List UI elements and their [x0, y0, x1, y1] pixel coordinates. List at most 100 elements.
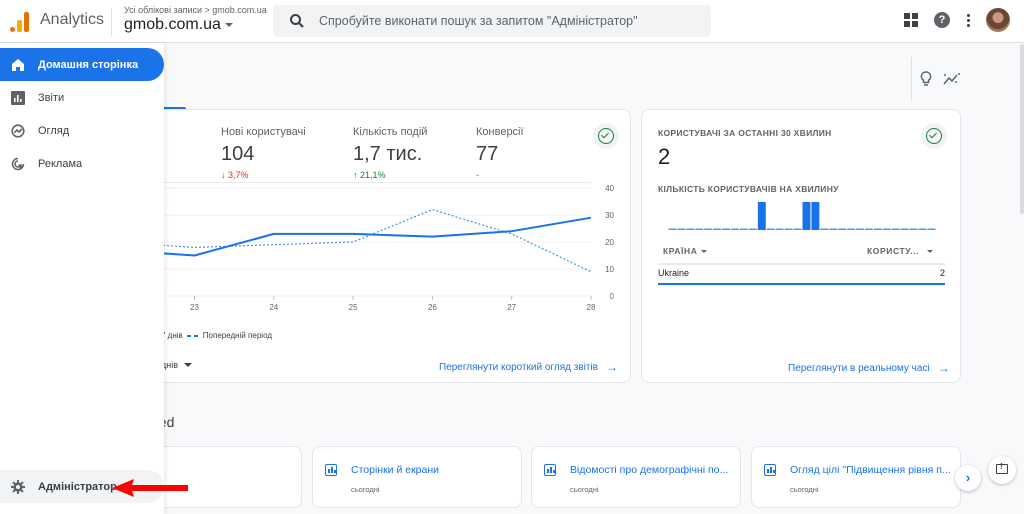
x-tick-label: 28	[587, 303, 596, 312]
minute-bar[interactable]	[829, 228, 838, 231]
search-bar[interactable]	[273, 5, 711, 37]
minute-bar[interactable]	[731, 228, 739, 231]
metric-conversions[interactable]: Конверсії 77 -	[476, 126, 524, 180]
metric-delta: ↓ 3,7%	[221, 170, 249, 180]
minute-bar[interactable]	[873, 228, 882, 231]
status-check-icon[interactable]	[593, 123, 619, 149]
realtime-table-header: КРАЇНА КОРИСТУ...	[658, 243, 945, 265]
realtime-title: КОРИСТУВАЧІ ЗА ОСТАННІ 30 ХВИЛИН	[658, 128, 832, 138]
insights-icon[interactable]	[943, 72, 961, 86]
link-label: Переглянути короткий огляд звітів	[439, 361, 598, 373]
recent-card-title: Відомості про демографічні по...	[570, 464, 729, 476]
lightbulb-icon[interactable]	[920, 71, 932, 87]
metric-delta: ↑ 21,1%	[353, 170, 386, 180]
recent-card-date: сьогодні	[351, 485, 380, 494]
scrollbar[interactable]	[1020, 44, 1024, 214]
x-tick-label: 25	[349, 303, 358, 312]
sidebar-item-advertising[interactable]: Реклама	[0, 147, 164, 180]
sidebar-item-reports[interactable]: Звіти	[0, 81, 164, 114]
series-current-period	[151, 216, 592, 257]
y-tick-label: 0	[610, 292, 615, 301]
sidebar-item-home[interactable]: Домашня сторінка	[0, 48, 164, 81]
recent-card[interactable]: Відомості про демографічні по... сьогодн…	[531, 446, 741, 508]
minute-bar[interactable]	[695, 228, 704, 231]
minute-bar[interactable]	[775, 228, 784, 231]
sidebar-item-label: Реклама	[38, 157, 83, 170]
minute-bar[interactable]	[748, 228, 757, 231]
analytics-logo-icon[interactable]	[10, 12, 30, 32]
apps-grid-icon[interactable]	[904, 13, 918, 27]
recent-card-title: Огляд цілі "Підвищення рівня п...	[790, 464, 951, 476]
sidebar-item-label: Звіти	[38, 91, 65, 104]
column-country[interactable]: КРАЇНА	[663, 246, 708, 256]
x-tick-label: 27	[507, 303, 516, 312]
minute-bar[interactable]	[668, 228, 677, 231]
y-tick-label: 20	[605, 238, 614, 247]
status-check-icon[interactable]	[921, 123, 947, 149]
per-minute-bar-chart	[668, 202, 936, 231]
minute-bar[interactable]	[865, 228, 873, 231]
link-label: Переглянути в реальному часі	[788, 362, 930, 374]
view-realtime-link[interactable]: Переглянути в реальному часі →	[788, 361, 950, 375]
feedback-button[interactable]	[988, 456, 1016, 484]
help-icon[interactable]: ?	[934, 12, 950, 28]
minute-bar[interactable]	[713, 228, 722, 231]
minute-bar[interactable]	[927, 228, 936, 231]
line-chart: 0 10 20 30 40 23 24 25 26 27 28	[151, 184, 615, 312]
metric-new-users[interactable]: Нові користувачі 104 ↓ 3,7%	[221, 126, 306, 180]
recent-card[interactable]: Сторінки й екрани сьогодні	[312, 446, 522, 508]
minute-bar[interactable]	[793, 228, 802, 231]
users-cell: 2	[939, 268, 945, 278]
minute-bar[interactable]	[766, 228, 775, 231]
top-bar: Analytics Усі облікові записи > gmob.com…	[0, 0, 1024, 43]
report-icon	[325, 464, 337, 476]
sidebar-item-explore[interactable]: Огляд	[0, 114, 164, 147]
metric-event-count[interactable]: Кількість подій 1,7 тис. ↑ 21,1%	[353, 126, 427, 180]
recent-card[interactable]: Огляд цілі "Підвищення рівня п... сьогод…	[751, 446, 961, 508]
legend-current: 7 днів	[161, 331, 183, 340]
view-reports-snapshot-link[interactable]: Переглянути короткий огляд звітів →	[439, 360, 618, 374]
annotation-arrow	[112, 479, 188, 497]
minute-bar[interactable]	[891, 228, 900, 231]
minute-bar[interactable]	[739, 228, 748, 231]
recent-card-title: сії	[151, 464, 316, 476]
column-users[interactable]: КОРИСТУ...	[867, 246, 933, 256]
search-icon	[289, 13, 305, 29]
minute-bar[interactable]	[909, 228, 918, 231]
sidebar: Домашня сторінка Звіти Огляд Реклама Адм…	[0, 43, 164, 514]
minute-bar[interactable]	[686, 228, 695, 231]
breadcrumb[interactable]: Усі облікові записи > gmob.com.ua	[124, 5, 267, 15]
y-tick-label: 10	[605, 265, 614, 274]
minute-bar[interactable]	[811, 202, 820, 230]
minute-bar[interactable]	[722, 228, 731, 231]
minute-bar[interactable]	[802, 202, 811, 230]
minute-bar[interactable]	[820, 228, 829, 231]
property-selector[interactable]: gmob.com.ua	[124, 16, 233, 34]
divider	[111, 8, 112, 36]
minute-bar[interactable]	[757, 202, 766, 230]
realtime-value: 2	[658, 144, 671, 169]
search-input[interactable]	[319, 14, 699, 28]
minute-bar[interactable]	[784, 228, 793, 231]
minute-bar[interactable]	[704, 228, 713, 231]
recent-card-date: сьогодні	[570, 485, 599, 494]
arrow-right-icon: →	[605, 360, 618, 374]
minute-bar[interactable]	[900, 228, 909, 231]
minute-bar[interactable]	[856, 228, 865, 231]
sidebar-item-label: Адміністратор	[38, 480, 117, 493]
minute-bar[interactable]	[882, 228, 891, 231]
realtime-subtitle: КІЛЬКІСТЬ КОРИСТУВАЧІВ НА ХВИЛИНУ	[658, 184, 839, 194]
legend-dashed-swatch	[186, 334, 199, 337]
realtime-card: КОРИСТУВАЧІ ЗА ОСТАННІ 30 ХВИЛИН 2 КІЛЬК…	[641, 109, 961, 383]
more-vert-icon[interactable]	[966, 13, 970, 27]
minute-bar[interactable]	[918, 228, 927, 231]
avatar[interactable]	[986, 8, 1010, 32]
date-range-selector[interactable]: днів	[161, 360, 193, 370]
minute-bar[interactable]	[677, 228, 686, 231]
arrow-up-icon: ↑	[353, 170, 358, 180]
gear-icon	[11, 479, 25, 494]
minute-bar[interactable]	[838, 228, 847, 231]
property-name: gmob.com.ua	[124, 16, 221, 33]
next-button[interactable]: ›	[955, 465, 981, 491]
minute-bar[interactable]	[847, 228, 856, 231]
